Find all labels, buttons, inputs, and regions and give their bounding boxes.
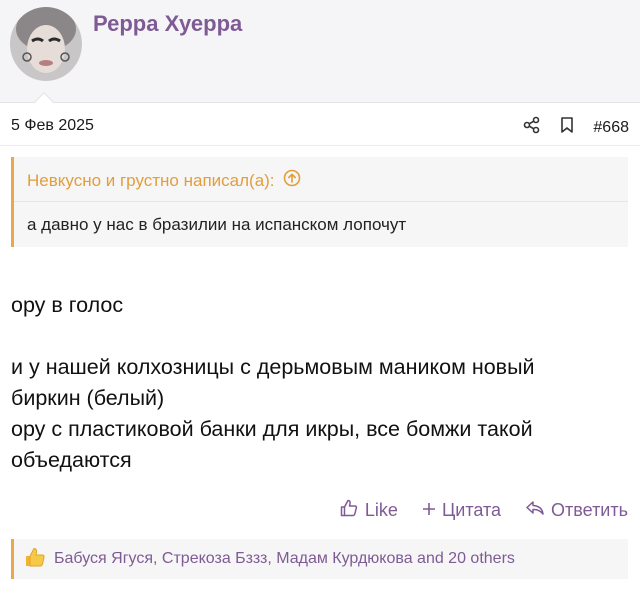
header-divider bbox=[0, 102, 640, 103]
quote-text: а давно у нас в бразилии на испанском ло… bbox=[27, 215, 407, 234]
post-text-line: объедаются bbox=[11, 448, 132, 472]
quote-author-line[interactable]: Невкусно и грустно написал(а): bbox=[27, 171, 275, 191]
reply-arrow-icon bbox=[525, 499, 545, 522]
post-body: ору в голос и у нашей колхозницы с дерьм… bbox=[11, 290, 611, 476]
likes-summary-text[interactable]: Бабуся Ягуся, Стрекоза Бззз, Мадам Курдю… bbox=[54, 550, 515, 568]
post-text-line: и у нашей колхозницы с дерьмовым маником… bbox=[11, 355, 535, 379]
like-button[interactable]: Like bbox=[339, 498, 398, 523]
thumbs-up-emoji-icon bbox=[24, 546, 46, 573]
plus-icon bbox=[422, 500, 436, 521]
post-text-line: ору в голос bbox=[11, 293, 124, 317]
quote-block: Невкусно и грустно написал(а): а давно у… bbox=[11, 157, 628, 247]
reply-label: Ответить bbox=[551, 500, 628, 520]
bookmark-icon[interactable] bbox=[559, 116, 575, 139]
quote-attribution[interactable]: Невкусно и грустно написал(а): bbox=[27, 169, 301, 192]
post-actions: #668 bbox=[523, 116, 629, 139]
post-text-line: ору с пластиковой банки для икры, все бо… bbox=[11, 417, 533, 441]
reaction-bar: Like Цитата Ответить bbox=[339, 498, 628, 523]
post-text-line: биркин (белый) bbox=[11, 386, 165, 410]
likes-summary-bar[interactable]: Бабуся Ягуся, Стрекоза Бззз, Мадам Курдю… bbox=[11, 539, 628, 579]
thumbs-up-icon bbox=[339, 498, 359, 523]
arrow-up-circle-icon[interactable] bbox=[283, 169, 301, 192]
username[interactable]: Реppa Хуеppa bbox=[93, 11, 242, 37]
post-date[interactable]: 5 Фев 2025 bbox=[11, 117, 94, 135]
share-icon[interactable] bbox=[523, 116, 541, 139]
post-number-link[interactable]: #668 bbox=[593, 119, 629, 137]
like-label: Like bbox=[364, 500, 398, 520]
quote-button[interactable]: Цитата bbox=[422, 500, 501, 521]
quote-label: Цитата bbox=[441, 500, 502, 520]
avatar[interactable] bbox=[10, 7, 82, 81]
meta-divider bbox=[0, 145, 640, 146]
reply-button[interactable]: Ответить bbox=[525, 499, 628, 522]
quote-divider bbox=[14, 201, 628, 202]
